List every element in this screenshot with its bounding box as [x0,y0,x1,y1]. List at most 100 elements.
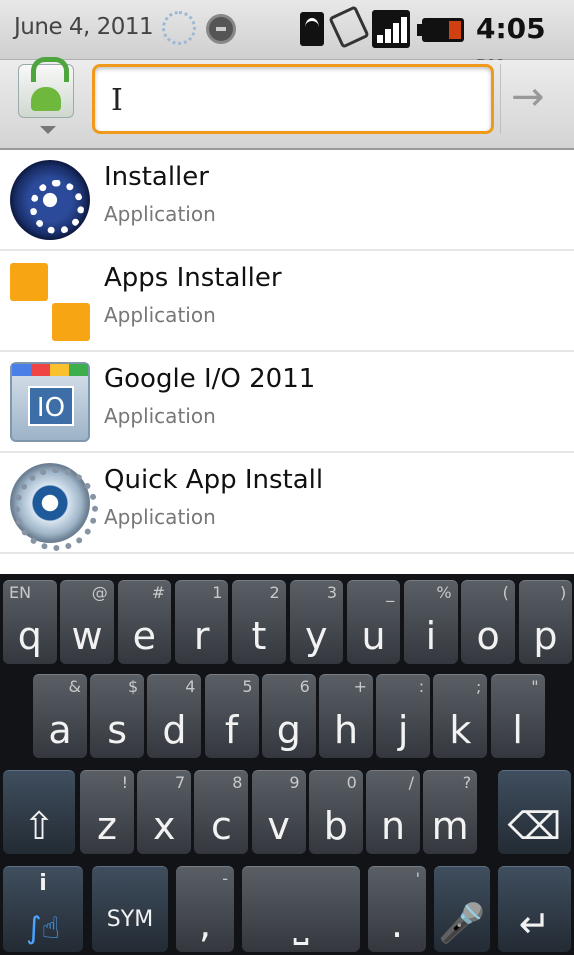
search-input[interactable]: I [92,64,494,134]
key-p-label: p [533,614,558,658]
key-m-hint: ? [462,773,472,792]
key-q[interactable]: EN q [3,580,57,664]
key-p[interactable]: ) p [518,580,573,664]
key-x[interactable]: 7x [137,770,192,854]
list-item[interactable]: Apps Installer Application [0,251,574,352]
key-d-hint: 4 [185,677,196,696]
list-item[interactable]: IO Google I/O 2011 Application [0,352,574,453]
backspace-key[interactable]: ⌫ [498,770,571,854]
key-b-label: b [323,804,348,848]
key-w-hint: @ [91,583,108,602]
key-q-hint: EN [9,583,32,602]
key-r-hint: 1 [212,583,223,602]
key-f[interactable]: 5f [204,674,259,758]
key-q-label: q [17,614,42,658]
key-w[interactable]: @ w [60,580,114,664]
key-b-hint: 0 [346,773,357,792]
swype-hand-icon: ∫☝ [26,911,60,946]
period-key-hint: ' [415,869,420,888]
comma-key-label: , [198,902,212,946]
list-item-title: Quick App Install [104,465,324,495]
key-d-label: d [162,708,187,752]
key-e-hint: # [151,583,166,602]
key-s-label: s [107,708,128,752]
shift-key[interactable]: ⇧ [3,770,75,854]
key-k[interactable]: ; k [433,674,488,758]
key-x-label: x [152,804,176,848]
key-r-label: r [193,614,210,658]
key-c-hint: 8 [232,773,243,792]
key-i[interactable]: % i [404,580,458,664]
key-p-hint: ) [559,583,567,602]
list-item-title: Google I/O 2011 [104,364,316,394]
key-v[interactable]: 9v [251,770,306,854]
squares-icon [10,261,90,341]
key-m[interactable]: ? m [423,770,478,854]
enter-key[interactable]: ↵ [498,866,571,952]
vibrate-icon [328,5,370,49]
key-b[interactable]: 0b [308,770,363,854]
key-t-hint: 2 [269,583,280,602]
key-l-label: l [512,708,523,752]
key-h[interactable]: + h [319,674,373,758]
key-o-hint: ( [502,583,509,602]
cd-gear-icon [10,463,98,551]
key-j[interactable]: :j [376,674,431,758]
key-o[interactable]: (o [461,580,515,664]
list-item[interactable]: Installer Application [0,150,574,251]
key-r[interactable]: 1r [174,580,229,664]
key-t[interactable]: 2t [232,580,286,664]
key-d[interactable]: 4d [147,674,202,758]
key-f-label: f [224,708,239,752]
key-u-hint: _ [386,583,395,602]
sym-key[interactable]: SYM [92,866,168,952]
key-h-hint: + [353,677,367,696]
search-go-button[interactable]: → [500,64,566,134]
comma-key[interactable]: -, [176,866,234,952]
key-k-hint: ; [476,677,482,696]
info-icon: i [39,871,47,896]
key-z-hint: ! [121,773,128,792]
key-l[interactable]: " l [490,674,545,758]
key-g[interactable]: 6g [261,674,316,758]
space-key[interactable]: ⎵ [242,866,360,952]
signal-icon [372,10,410,48]
key-g-hint: 6 [299,677,310,696]
sync-icon [162,11,196,45]
key-g-label: g [276,708,301,752]
list-item[interactable]: Quick App Install Application [0,453,574,554]
key-e-label: e [132,614,157,658]
list-item-title: Apps Installer [104,263,282,293]
key-n-label: n [380,804,406,848]
shift-icon: ⇧ [23,804,55,848]
key-u[interactable]: _ u [346,580,401,664]
key-n[interactable]: / n [366,770,420,854]
gear-icon [10,160,90,240]
period-key-label: . [390,902,404,946]
chevron-down-icon [40,126,56,134]
key-a-label: a [48,708,72,752]
key-c[interactable]: 8c [194,770,249,854]
mic-key[interactable]: 🎤 [434,866,490,952]
key-u-label: u [361,614,386,658]
key-z-label: z [97,804,117,848]
key-y[interactable]: 3y [289,580,343,664]
key-l-hint: " [531,677,539,696]
period-key[interactable]: '. [368,866,426,952]
key-s[interactable]: $ s [90,674,145,758]
microphone-icon: 🎤 [438,901,486,945]
key-e[interactable]: # e [117,580,172,664]
search-input-value: I [111,83,123,118]
battery-icon [417,18,464,42]
arrow-right-icon: → [511,74,545,120]
io-icon: IO [10,362,90,442]
key-y-label: y [305,614,328,658]
market-bag-icon[interactable] [18,57,74,118]
search-bar: I → [0,57,574,150]
key-s-hint: $ [128,677,139,696]
key-z[interactable]: ! z [80,770,134,854]
status-date: June 4, 2011 [14,14,154,40]
input-method-key[interactable]: i ∫☝ [3,866,83,952]
list-item-title: Installer [104,162,209,192]
key-a[interactable]: & a [33,674,87,758]
